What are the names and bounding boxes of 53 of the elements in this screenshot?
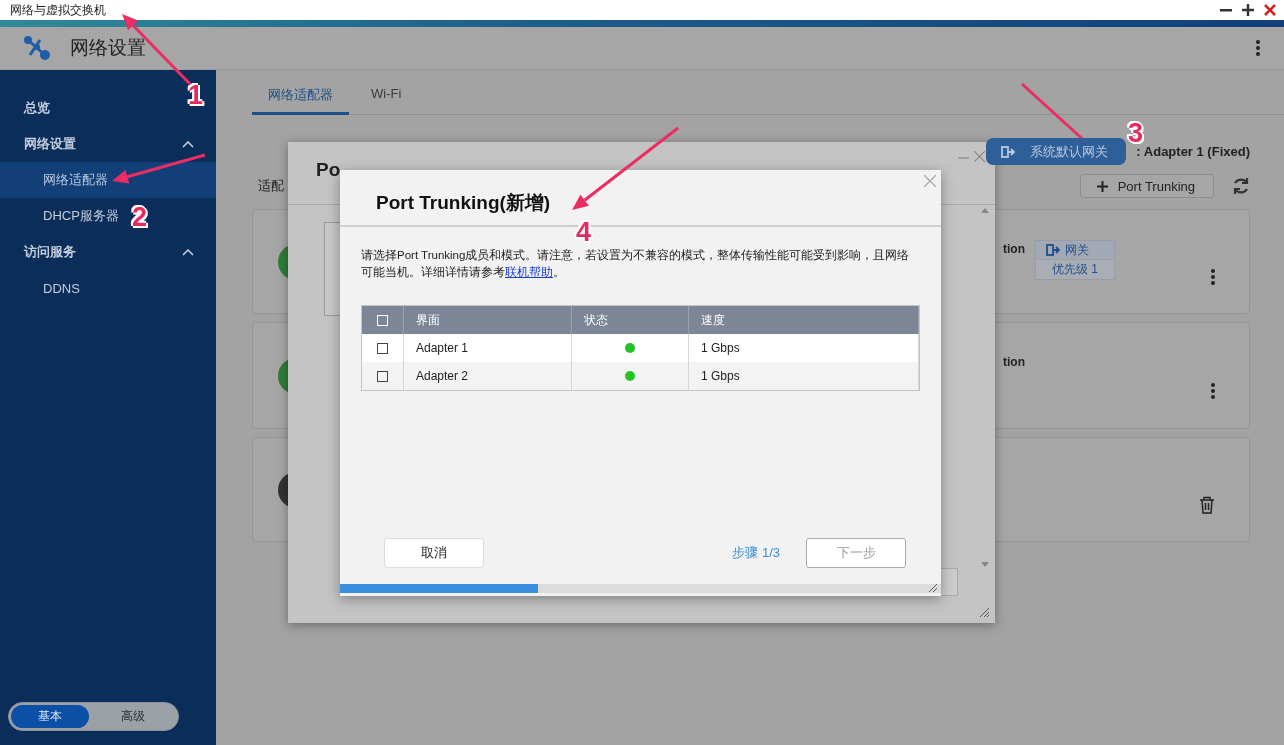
annotation-number: 4 xyxy=(576,219,592,246)
more-icon xyxy=(1211,382,1215,399)
chevron-up-icon[interactable] xyxy=(182,140,194,148)
dialog-title: Po xyxy=(316,159,341,181)
nav-item[interactable]: DDNS xyxy=(43,280,80,296)
network-icon xyxy=(22,35,52,61)
mode-option[interactable]: 基本 xyxy=(11,705,89,728)
resize-grip-icon xyxy=(980,608,989,617)
dialog-title: Port Trunking(新增) xyxy=(376,190,551,215)
close-icon[interactable] xyxy=(1264,4,1276,16)
nav-item[interactable]: 网络设置 xyxy=(24,135,76,153)
nav-item[interactable]: 网络适配器 xyxy=(0,162,216,198)
column-header: 速度 xyxy=(689,306,919,334)
table-cell: 1 Gbps xyxy=(689,334,919,362)
help-link[interactable]: 联机帮助 xyxy=(505,266,553,278)
step-indicator: 步骤 1/3 xyxy=(732,544,780,562)
section-label: 适配 xyxy=(257,177,284,195)
scroll-up-icon xyxy=(981,208,989,213)
description-text: 请选择Port Trunking成员和模式。请注意，若设置为不兼容的模式，整体传输性能可能受到影响，且网络可能当机。详细详情请参考联机帮助。 xyxy=(361,248,911,280)
app-title: 网络设置 xyxy=(70,36,147,60)
gateway-button[interactable]: 系统默认网关 xyxy=(986,138,1127,165)
cancel-button[interactable]: 取消 xyxy=(384,538,484,568)
refresh-icon xyxy=(1232,177,1250,195)
nav-item[interactable]: 总览 xyxy=(24,99,50,117)
plug-icon xyxy=(1045,242,1061,258)
badge-title: 网关 xyxy=(1065,241,1089,259)
nav-item[interactable]: DHCP服务器 xyxy=(43,207,119,225)
window-title: 网络与虚拟交换机 xyxy=(10,1,106,19)
adapter-label: tion xyxy=(1003,242,1025,256)
badge-priority: 优先级 1 xyxy=(1051,261,1099,278)
column-header: 状态 xyxy=(572,306,689,334)
checkbox[interactable] xyxy=(377,370,388,382)
adapter-label: tion xyxy=(1003,355,1025,369)
maximize-icon[interactable] xyxy=(1242,4,1254,16)
annotation-number: 3 xyxy=(1128,120,1144,147)
more-icon xyxy=(1256,40,1260,56)
chevron-up-icon[interactable] xyxy=(182,248,194,256)
column-header: 界面 xyxy=(404,306,572,334)
annotation-number: 1 xyxy=(188,82,204,109)
tab[interactable]: Wi-Fi xyxy=(355,80,418,115)
add-trunking-button[interactable]: Port Trunking xyxy=(1079,174,1214,198)
trash-icon xyxy=(1199,495,1215,514)
nav-item[interactable]: 访问服务 xyxy=(24,243,76,261)
gateway-value: : Adapter 1 (Fixed) xyxy=(1136,144,1250,159)
plus-icon xyxy=(1096,180,1108,192)
table-cell: Adapter 1 xyxy=(404,334,572,362)
more-icon xyxy=(1211,268,1215,285)
annotation-number: 2 xyxy=(132,204,148,231)
plug-icon xyxy=(1000,143,1017,160)
resize-grip-icon xyxy=(929,584,937,592)
scroll-down-icon xyxy=(981,562,989,567)
mode-option[interactable]: 高级 xyxy=(89,705,176,728)
checkbox[interactable] xyxy=(377,342,388,354)
